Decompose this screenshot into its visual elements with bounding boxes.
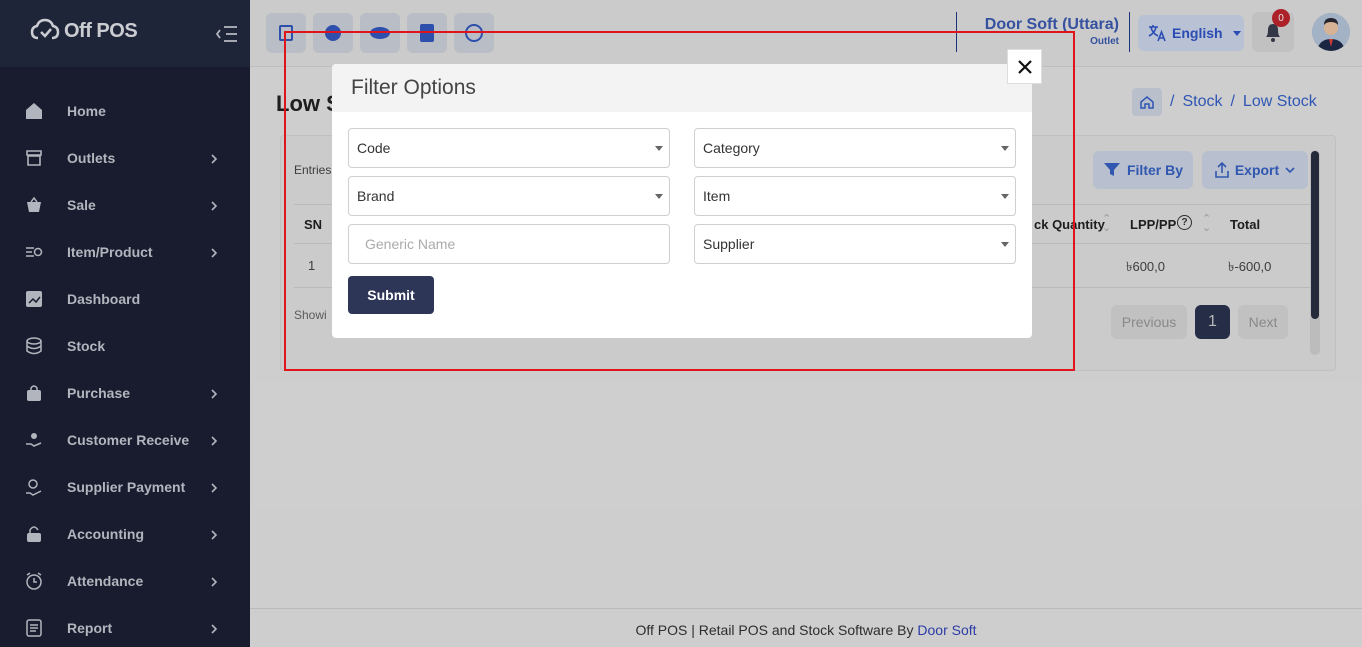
highlight-box <box>284 31 1075 371</box>
